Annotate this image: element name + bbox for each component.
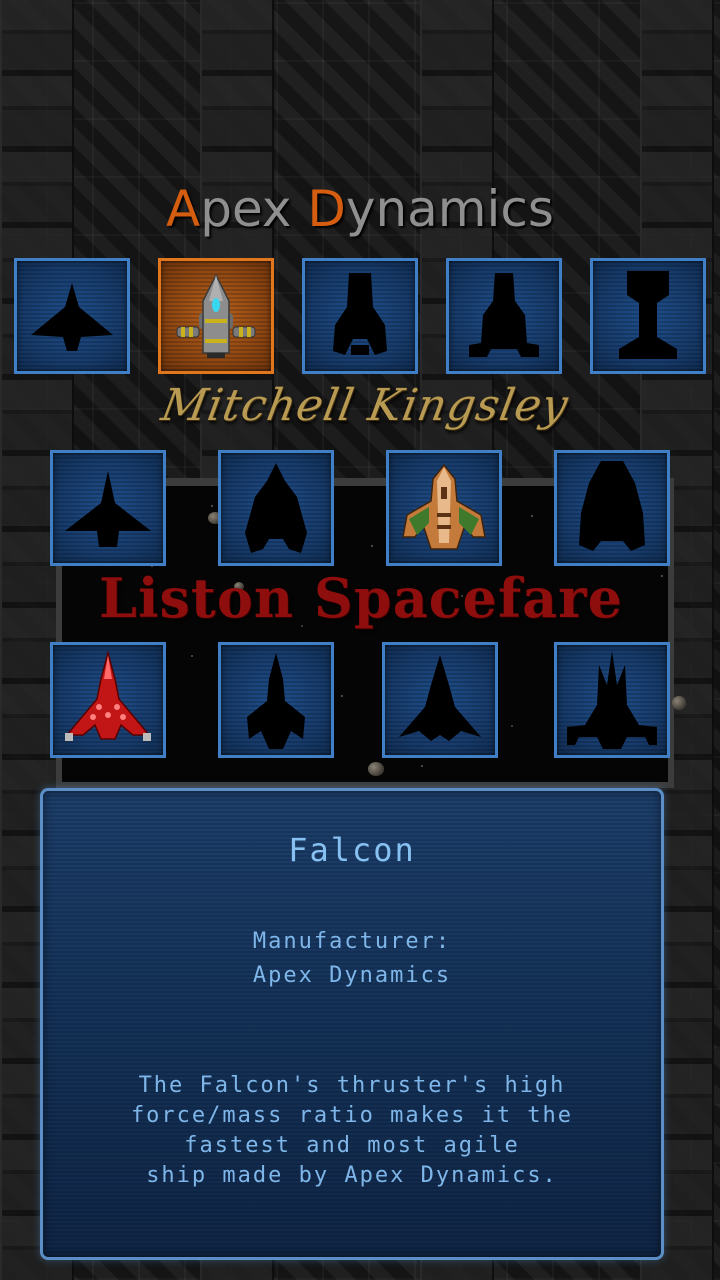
ship-tile-apex-5[interactable] (590, 258, 706, 374)
ship-tile-mitchell-2[interactable] (218, 450, 334, 566)
ship-tile-liston-4[interactable] (554, 642, 670, 758)
ship-tile-apex-1[interactable] (14, 258, 130, 374)
description-line: fastest and most agile (184, 1133, 520, 1158)
red-interceptor-ship-icon (65, 650, 151, 741)
tower-silhouette-icon (619, 271, 677, 359)
description-line: The Falcon's thruster's high (138, 1073, 566, 1098)
ship-tile-red-interceptor[interactable] (50, 642, 166, 758)
ship-description: The Falcon's thruster's high force/mass … (43, 1071, 661, 1191)
brand-text: pex (200, 180, 308, 238)
ship-tile-liston-3[interactable] (382, 642, 498, 758)
asteroid (672, 696, 686, 710)
ship-tile-striker[interactable] (386, 450, 502, 566)
arrow-silhouette-icon (399, 655, 481, 741)
asteroid (368, 762, 384, 776)
heavy-cruiser-silhouette-icon (245, 463, 307, 553)
ship-tile-liston-2[interactable] (218, 642, 334, 758)
lander-silhouette-icon (333, 273, 387, 355)
brand-text: ynamics (345, 180, 554, 238)
freighter-silhouette-icon (469, 273, 539, 357)
manufacturer-label: Manufacturer: (252, 929, 452, 954)
ship-tile-apex-4[interactable] (446, 258, 562, 374)
manufacturer-title-apex: Apex Dynamics (0, 180, 720, 238)
manufacturer-title-liston: Liston Spacefare (99, 566, 623, 630)
striker-ship-icon (402, 463, 486, 550)
manufacturer-title-mitchell: Mitchell Kingsley (157, 380, 573, 431)
spire-silhouette-icon (567, 651, 657, 749)
brand-initial: A (166, 180, 201, 238)
brand-initial: D (307, 180, 346, 238)
gunship-silhouette-icon (579, 461, 645, 551)
ship-name-title: Falcon (288, 831, 416, 869)
ship-tile-falcon[interactable] (158, 258, 274, 374)
description-line: ship made by Apex Dynamics. (146, 1163, 558, 1188)
delta-fighter-silhouette-icon (31, 283, 113, 351)
ship-tile-mitchell-4[interactable] (554, 450, 670, 566)
dart-silhouette-icon (247, 653, 305, 749)
ship-tile-apex-3[interactable] (302, 258, 418, 374)
description-line: force/mass ratio makes it the (130, 1103, 574, 1128)
ship-tile-mitchell-1[interactable] (50, 450, 166, 566)
manufacturer-value: Apex Dynamics (252, 963, 452, 988)
ship-info-panel: Falcon Manufacturer: Apex Dynamics The F… (40, 788, 664, 1260)
swept-fighter-silhouette-icon (65, 471, 151, 547)
falcon-ship-icon (176, 273, 256, 358)
